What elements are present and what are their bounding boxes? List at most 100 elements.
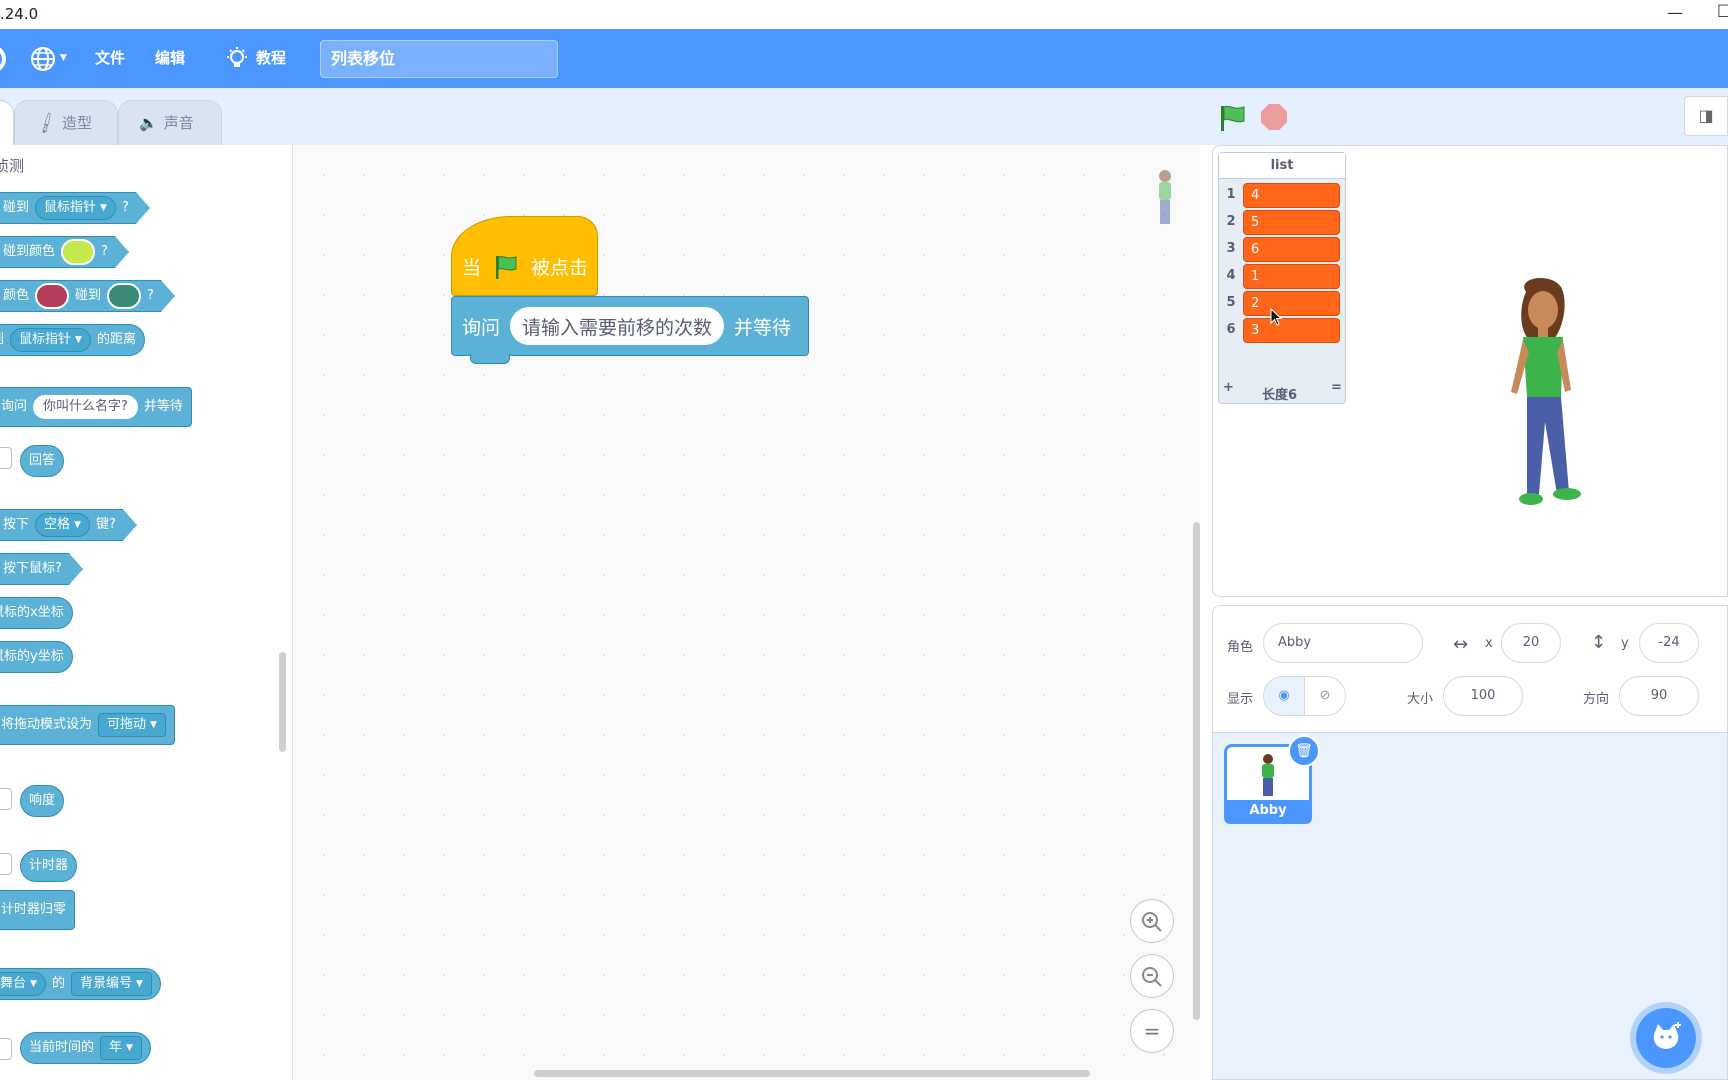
- chevron-down-icon: ▼: [126, 1043, 133, 1053]
- cat-icon: [1653, 1022, 1681, 1049]
- block-set-drag-mode[interactable]: 将拖动模式设为 可拖动 ▼: [0, 705, 175, 745]
- current-checkbox[interactable]: [0, 1038, 12, 1060]
- ask-prompt-input[interactable]: 请输入需要前移的次数: [510, 307, 725, 345]
- horizontal-arrows-icon: ↔: [1453, 634, 1469, 655]
- block-color-touching-color[interactable]: 颜色 碰到 ?: [0, 280, 175, 312]
- list-item-index: 1: [1226, 187, 1236, 202]
- list-item-value[interactable]: 3: [1243, 318, 1340, 343]
- y-input[interactable]: -24: [1639, 623, 1699, 663]
- abby-sprite[interactable]: [1491, 272, 1591, 522]
- block-touching[interactable]: 碰到 鼠标指针 ▼ ?: [0, 192, 150, 224]
- sprite-watermark: [1152, 168, 1178, 230]
- tab-costumes[interactable]: 🖌 造型: [14, 100, 118, 145]
- block-ask-and-wait[interactable]: 询问 你叫什么名字? 并等待: [0, 387, 192, 427]
- project-title-input[interactable]: 列表移位: [320, 40, 558, 78]
- direction-input[interactable]: 90: [1619, 676, 1699, 716]
- list-item-index: 4: [1226, 268, 1236, 283]
- list-item-value[interactable]: 4: [1243, 183, 1340, 208]
- list-item-value[interactable]: 5: [1243, 210, 1340, 235]
- when-flag-clicked-block[interactable]: 当 被点击: [451, 216, 598, 296]
- block-touching-color[interactable]: 碰到颜色 ?: [0, 236, 129, 268]
- block-key-pressed[interactable]: 按下 空格 ▼ 键?: [0, 509, 137, 541]
- block-loudness[interactable]: 响度: [20, 785, 65, 817]
- minimize-button[interactable]: —: [1664, 0, 1686, 29]
- eye-icon: ◉: [1278, 688, 1290, 703]
- show-hidden-button[interactable]: ⊘: [1304, 676, 1346, 716]
- block-timer[interactable]: 计时器: [20, 850, 78, 882]
- list-item-index: 6: [1226, 322, 1236, 337]
- code-workspace[interactable]: [294, 145, 1200, 1080]
- dropdown-value: 可拖动: [107, 717, 147, 732]
- size-label: 大小: [1407, 692, 1434, 707]
- block-of[interactable]: 舞台 ▼ 的 背景编号 ▼: [0, 968, 161, 1000]
- green-flag-button[interactable]: [1218, 104, 1246, 138]
- color-swatch[interactable]: [35, 283, 69, 309]
- zoom-in-button[interactable]: [1130, 899, 1174, 943]
- list-length: 长度6: [1262, 388, 1298, 403]
- block-text: 并等待: [734, 316, 792, 339]
- chevron-down-icon: ▼: [30, 979, 37, 989]
- code-horizontal-scrollbar[interactable]: [534, 1070, 1090, 1077]
- block-text: 键?: [95, 517, 116, 532]
- color-swatch[interactable]: [61, 239, 95, 265]
- list-item-value[interactable]: 6: [1243, 237, 1340, 262]
- block-reset-timer[interactable]: 计时器归零: [0, 890, 76, 930]
- block-text: ?: [121, 200, 129, 215]
- time-unit-dropdown[interactable]: 年 ▼: [100, 1036, 142, 1060]
- drag-mode-dropdown[interactable]: 可拖动 ▼: [98, 713, 166, 737]
- ask-and-wait-block[interactable]: 询问 请输入需要前移的次数 并等待: [451, 296, 809, 356]
- x-input[interactable]: 20: [1501, 623, 1561, 663]
- delete-sprite-button[interactable]: 🗑: [1288, 735, 1320, 767]
- mouse-cursor-icon: [1270, 308, 1283, 326]
- block-current-time[interactable]: 当前时间的 年 ▼: [20, 1032, 151, 1064]
- object-dropdown[interactable]: 舞台 ▼: [0, 972, 46, 996]
- add-sprite-button[interactable]: [1636, 1008, 1696, 1068]
- small-stage-button[interactable]: ◨: [1684, 96, 1728, 136]
- zoom-reset-button[interactable]: =: [1130, 1009, 1174, 1053]
- show-label: 显示: [1227, 692, 1254, 707]
- ask-input[interactable]: 你叫什么名字?: [33, 395, 138, 419]
- distance-dropdown[interactable]: 鼠标指针 ▼: [10, 328, 91, 352]
- block-distance-to[interactable]: 到 鼠标指针▼ 的距离: [0, 324, 145, 356]
- property-dropdown[interactable]: 背景编号 ▼: [70, 972, 152, 996]
- block-mouse-down[interactable]: 按下鼠标?: [0, 553, 83, 585]
- loudness-checkbox[interactable]: [0, 788, 12, 810]
- chevron-down-icon: ▼: [135, 979, 143, 989]
- maximize-button[interactable]: □: [1717, 0, 1728, 29]
- scratch-logo[interactable]: [0, 45, 6, 73]
- code-vertical-scrollbar[interactable]: [1193, 522, 1200, 1020]
- block-mouse-y[interactable]: 鼠标的y坐标: [0, 641, 73, 673]
- color-swatch[interactable]: [107, 283, 141, 309]
- layout-icon: ◨: [1698, 106, 1714, 125]
- tutorials-menu[interactable]: 教程: [226, 29, 286, 88]
- block-answer[interactable]: 回答: [20, 445, 65, 477]
- answer-checkbox[interactable]: [0, 447, 12, 469]
- list-name: list: [1219, 153, 1345, 179]
- timer-checkbox[interactable]: [0, 853, 12, 875]
- palette-scrollbar[interactable]: [279, 652, 286, 752]
- sprite-name-input[interactable]: Abby: [1263, 623, 1423, 663]
- speaker-icon: 🔈: [139, 114, 158, 132]
- block-mouse-x[interactable]: 鼠标的x坐标: [0, 597, 73, 629]
- list-item-value[interactable]: 1: [1243, 264, 1340, 289]
- language-menu[interactable]: ▼: [30, 29, 67, 88]
- tab-sounds-label: 声音: [163, 114, 194, 132]
- y-label: y: [1621, 636, 1629, 651]
- touching-dropdown[interactable]: 鼠标指针 ▼: [35, 196, 116, 220]
- block-text: ?: [101, 244, 108, 259]
- stop-button[interactable]: [1261, 104, 1287, 130]
- dropdown-value: 鼠标指针: [44, 200, 97, 215]
- show-visible-button[interactable]: ◉: [1263, 676, 1305, 716]
- tab-code[interactable]: [0, 100, 14, 145]
- list-resize-handle[interactable]: =: [1331, 380, 1342, 395]
- key-dropdown[interactable]: 空格 ▼: [35, 513, 90, 537]
- size-input[interactable]: 100: [1443, 676, 1523, 716]
- file-menu[interactable]: 文件: [95, 29, 125, 88]
- zoom-out-button[interactable]: [1130, 954, 1174, 998]
- list-item-value[interactable]: 2: [1243, 291, 1340, 316]
- list-add-button[interactable]: +: [1223, 380, 1234, 395]
- dropdown-value: 鼠标指针: [19, 332, 72, 347]
- list-monitor[interactable]: list 142536415263 + 长度6 =: [1218, 152, 1346, 404]
- edit-menu[interactable]: 编辑: [155, 29, 185, 88]
- tab-sounds[interactable]: 🔈 声音: [118, 100, 222, 145]
